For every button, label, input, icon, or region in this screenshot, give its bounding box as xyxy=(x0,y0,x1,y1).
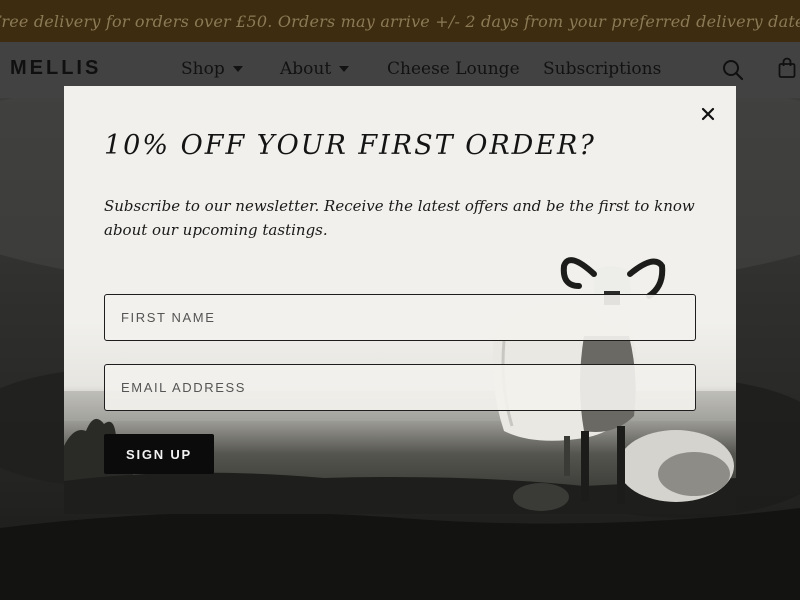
promo-text: Free delivery for orders over £50. Order… xyxy=(0,11,800,31)
nav-label: Subscriptions xyxy=(543,59,662,79)
search-icon[interactable] xyxy=(722,59,744,86)
first-name-field[interactable] xyxy=(104,294,696,341)
site-logo[interactable]: MELLIS xyxy=(10,57,101,80)
modal-title: 10% OFF YOUR FIRST ORDER? xyxy=(104,130,596,161)
nav-item-shop[interactable]: Shop xyxy=(181,59,243,79)
newsletter-modal: 10% OFF YOUR FIRST ORDER? Subscribe to o… xyxy=(64,86,736,514)
email-field[interactable] xyxy=(104,364,696,411)
nav-label: Shop xyxy=(181,59,225,79)
modal-description: Subscribe to our newsletter. Receive the… xyxy=(104,197,695,239)
nav-item-about[interactable]: About xyxy=(280,59,350,79)
nav-label: About xyxy=(280,59,332,79)
chevron-down-icon xyxy=(232,66,243,72)
cart-icon[interactable] xyxy=(778,57,796,84)
nav-label: Cheese Lounge xyxy=(387,59,520,79)
promo-bar: Free delivery for orders over £50. Order… xyxy=(0,0,800,42)
close-icon[interactable] xyxy=(698,104,718,124)
nav-item-subscriptions[interactable]: Subscriptions xyxy=(543,59,661,79)
signup-button[interactable]: SIGN UP xyxy=(104,434,214,474)
chevron-down-icon xyxy=(339,66,350,72)
nav-item-cheese-lounge[interactable]: Cheese Lounge xyxy=(387,59,520,79)
